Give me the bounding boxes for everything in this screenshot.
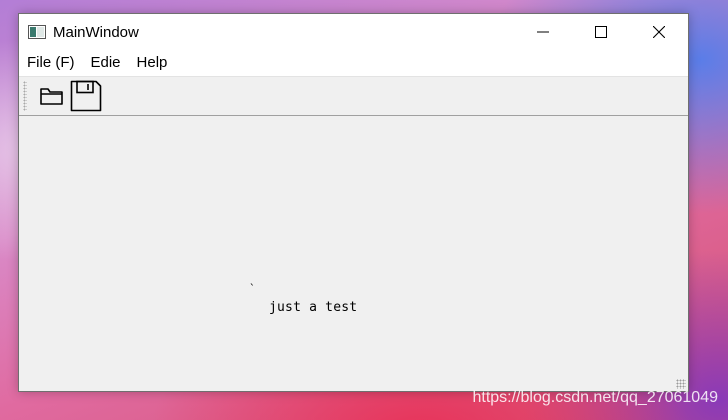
- menu-help[interactable]: Help: [129, 50, 176, 76]
- close-button[interactable]: [630, 14, 688, 50]
- test-label: just a test: [269, 300, 358, 315]
- menu-bar: File (F) Edie Help: [19, 50, 688, 76]
- size-grip[interactable]: [676, 379, 686, 389]
- minimize-button[interactable]: [514, 14, 572, 50]
- save-icon: [70, 80, 102, 112]
- toolbar: [19, 76, 688, 116]
- minimize-icon: [537, 31, 549, 33]
- app-icon: [28, 25, 46, 39]
- maximize-icon: [595, 26, 607, 38]
- window-title: MainWindow: [53, 23, 139, 41]
- title-bar[interactable]: MainWindow: [19, 14, 688, 50]
- close-icon: [653, 26, 665, 38]
- maximize-button[interactable]: [572, 14, 630, 50]
- folder-open-icon: [40, 88, 63, 105]
- menu-file[interactable]: File (F): [19, 50, 83, 76]
- watermark: https://blog.csdn.net/qq_27061049: [472, 389, 718, 406]
- toolbar-grip[interactable]: [23, 81, 27, 111]
- central-widget: ` just a test: [19, 116, 688, 391]
- main-window: MainWindow File (F) Edie Help ` just a t…: [18, 13, 689, 392]
- stray-mark: `: [249, 282, 256, 295]
- save-button[interactable]: [69, 79, 103, 113]
- menu-edit[interactable]: Edie: [83, 50, 129, 76]
- open-button[interactable]: [35, 79, 69, 113]
